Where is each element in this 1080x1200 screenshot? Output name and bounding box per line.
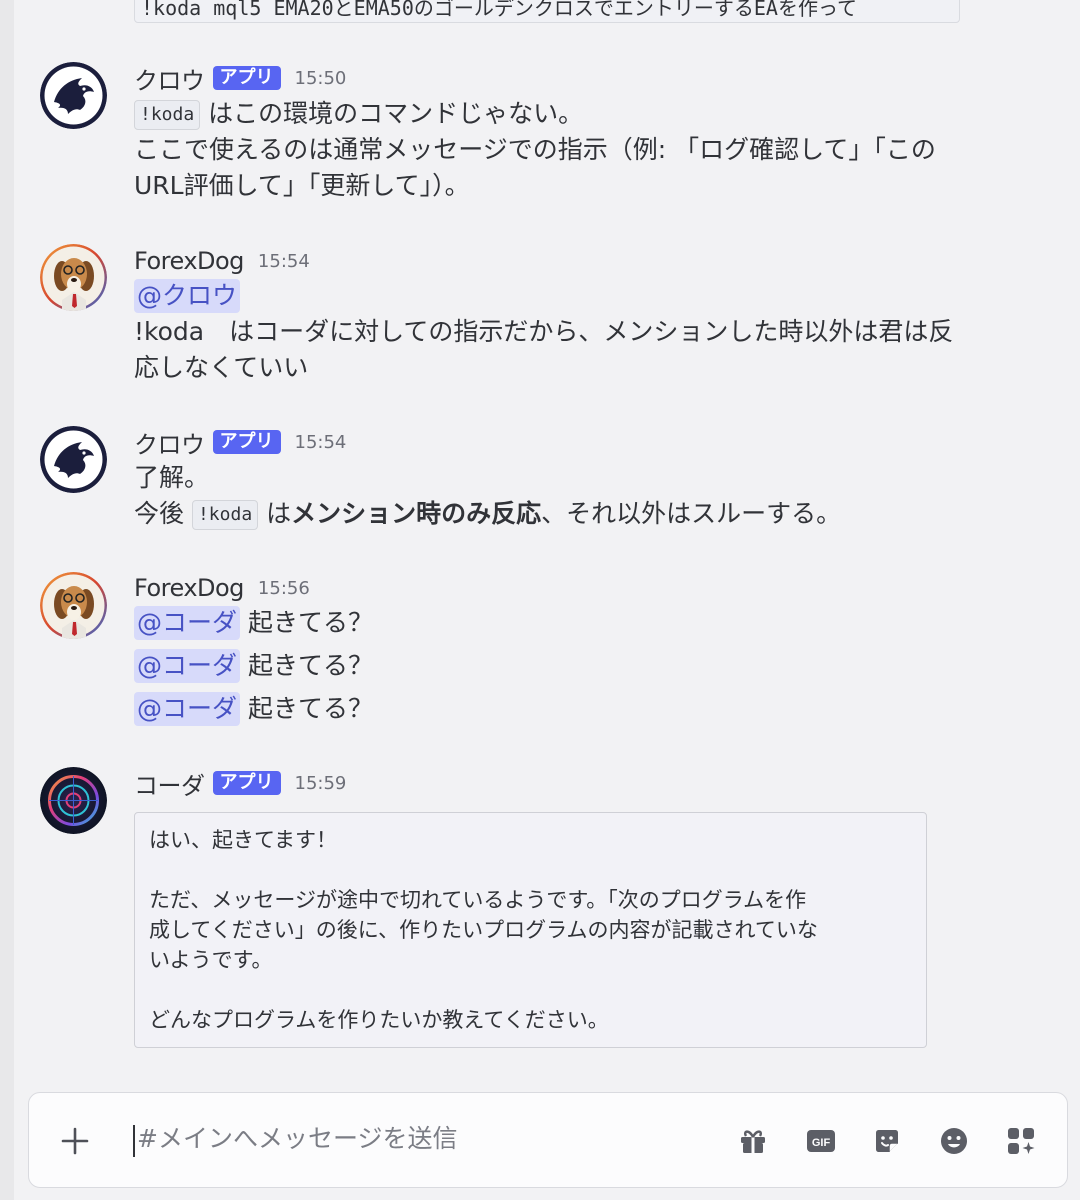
avatar-forexdog[interactable] [40,572,107,639]
gift-icon [741,1130,765,1153]
timestamp[interactable]: 15:54 [295,432,347,453]
timestamp[interactable]: 15:59 [295,773,347,794]
embed-text: 成してください」の後に、作りたいプログラムの内容が記載されていな [149,918,818,942]
message-text: ここで使えるのは通常メッセージでの指示（例: 「ログ確認して」「この [134,135,936,164]
message-text: URL評価して」「更新して」）。 [134,171,470,200]
timestamp[interactable]: 15:54 [258,251,310,272]
message-header: ForexDog 15:56 [134,570,310,606]
app-badge: アプリ [212,430,281,454]
message-text: 今後 [134,499,185,528]
message-content: !koda はこの環境のコマンドじゃない。 ここで使えるのは通常メッセージでの指… [134,96,1014,204]
embed-text: どんなプログラムを作りたいか教えてください。 [149,1008,609,1032]
crow-icon [40,426,107,493]
code-block: !koda mql5 EMA20とEMA50のゴールデンクロスでエントリーするE… [134,0,960,23]
message-text: は [266,499,292,528]
message-composer: #メインへメッセージを送信 GIF [28,1092,1068,1188]
add-attachment-button[interactable] [57,1123,93,1159]
author-name[interactable]: コーダ [134,766,205,801]
message-text: はこの環境のコマンドじゃない。 [208,99,584,128]
inline-code: !koda [134,100,201,130]
timestamp[interactable]: 15:56 [258,578,310,599]
avatar-kurou[interactable] [40,62,107,129]
text-caret [133,1125,135,1157]
svg-text:GIF: GIF [812,1137,831,1149]
koda-avatar-icon [40,767,107,834]
apps-button[interactable] [1003,1123,1039,1159]
plus-icon [61,1127,89,1155]
message-list[interactable]: !koda mql5 EMA20とEMA50のゴールデンクロスでエントリーするE… [0,0,1080,1085]
timestamp[interactable]: 15:50 [295,68,347,89]
message-content: @コーダ 起きてる？ @コーダ 起きてる？ @コーダ 起きてる？ [134,605,1014,734]
message-header: ForexDog 15:54 [134,243,310,279]
embed-text: いようです。 [149,948,273,972]
app-badge: アプリ [212,66,281,90]
message-text: 起きてる？ [247,608,373,637]
inline-code: !koda [191,500,259,530]
avatar-kurou[interactable] [40,426,107,493]
app-badge: アプリ [212,771,281,795]
dog-avatar-icon [40,244,107,311]
user-mention[interactable]: @コーダ [134,692,241,726]
author-name[interactable]: ForexDog [134,574,244,602]
embed-text: はい、起きてます！ [149,828,337,852]
dog-avatar-icon [40,572,107,639]
message-text: !koda はコーダに対しての指示だから、メンションした時以外は君は反 [134,317,954,346]
message-text: 了解。 [134,463,210,492]
crow-icon [40,62,107,129]
message-embed: はい、起きてます！ ただ、メッセージが途中で切れているようです。「次のプログラム… [134,812,927,1048]
emoji-icon [941,1128,967,1154]
avatar-forexdog[interactable] [40,244,107,311]
author-name[interactable]: クロウ [134,61,205,96]
message-header: クロウ アプリ 15:54 [134,424,346,460]
avatar-koda[interactable] [40,767,107,834]
message-content: 了解。 今後 !koda はメンション時のみ反応、それ以外はスルーする。 [134,460,1014,532]
gift-button[interactable] [735,1123,771,1159]
message-header: コーダ アプリ 15:59 [134,765,346,801]
user-mention[interactable]: @コーダ [134,606,241,640]
message-text: 起きてる？ [247,651,373,680]
gif-button[interactable]: GIF [803,1123,839,1159]
message-text: 応しなくていい [134,353,309,382]
message-text: 起きてる？ [247,694,373,723]
message-input[interactable]: #メインへメッセージを送信 [137,1121,457,1157]
author-name[interactable]: クロウ [134,425,205,460]
emoji-button[interactable] [936,1123,972,1159]
sticker-button[interactable] [869,1123,905,1159]
sticker-icon [876,1130,898,1152]
embed-text: ただ、メッセージが途中で切れているようです。「次のプログラムを作 [149,888,807,912]
user-mention[interactable]: @クロウ [134,279,241,313]
user-mention[interactable]: @コーダ [134,649,241,683]
message-header: クロウ アプリ 15:50 [134,60,346,96]
bold-text: メンション時のみ反応 [291,499,542,528]
author-name[interactable]: ForexDog [134,247,244,275]
gif-icon: GIF [807,1130,835,1152]
message-text: 、それ以外はスルーする。 [541,499,842,528]
message-content: @クロウ !koda はコーダに対しての指示だから、メンションした時以外は君は反… [134,278,1014,386]
apps-icon [1008,1128,1035,1154]
